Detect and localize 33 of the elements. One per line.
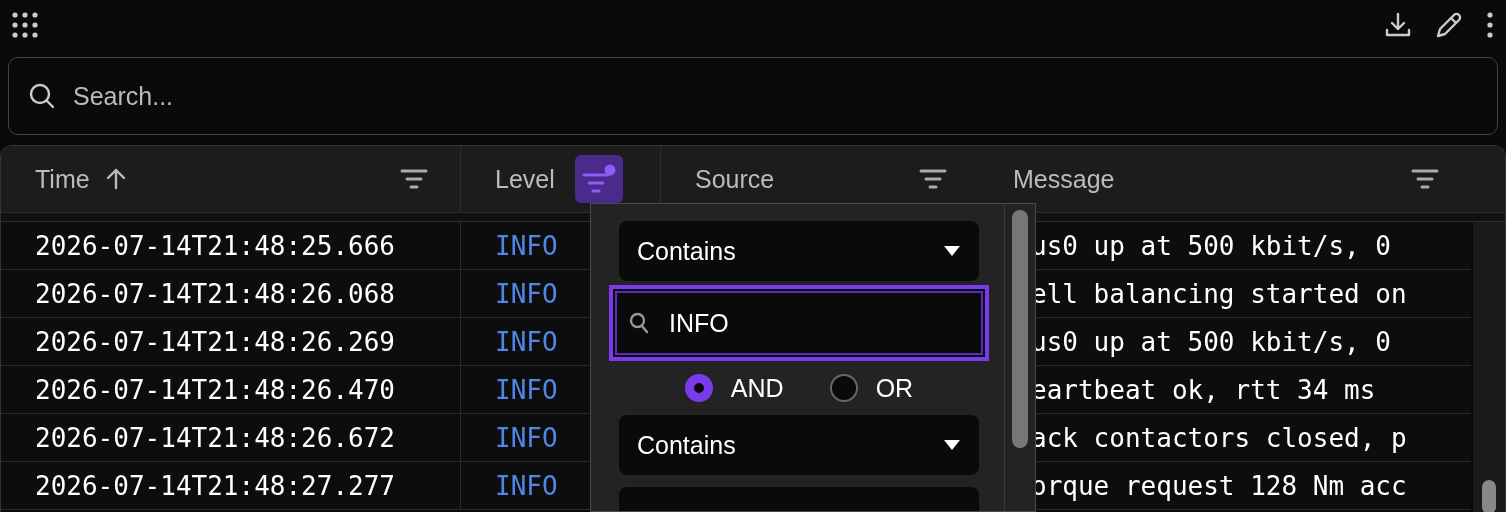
message-cell: eartbeat ok, rtt 34 ms <box>1031 374 1376 405</box>
timestamp-cell: 2026-07-14T21:48:27.277 <box>1 462 461 509</box>
pencil-icon[interactable] <box>1434 10 1464 40</box>
search-icon <box>28 82 56 110</box>
radio-option[interactable]: AND <box>684 373 784 403</box>
timestamp-cell: 2026-07-14T21:48:25.666 <box>1 222 461 269</box>
timestamp-cell: 2026-07-14T21:48:26.068 <box>1 270 461 317</box>
download-icon[interactable] <box>1384 11 1412 39</box>
caret-icon <box>943 245 961 257</box>
filter-input-field[interactable]: INFO <box>609 285 989 361</box>
apps-grid-icon[interactable] <box>12 12 38 38</box>
column-header[interactable]: Source <box>695 164 775 194</box>
scrollbar-thumb[interactable] <box>1012 210 1028 448</box>
search-icon <box>629 312 649 334</box>
radio-option[interactable]: OR <box>829 373 914 403</box>
timestamp-cell: 2026-07-14T21:48:26.269 <box>1 318 461 365</box>
filter-icon <box>400 168 428 190</box>
column-header[interactable]: Level <box>495 164 555 194</box>
timestamp-cell: 2026-07-14T21:48:26.672 <box>1 414 461 461</box>
filter-icon <box>1411 168 1439 190</box>
search-field[interactable]: Search... <box>8 57 1498 135</box>
timestamp-cell: 2026-07-14T21:48:26.470 <box>1 366 461 413</box>
operator-dropdown[interactable]: Contains <box>619 415 979 475</box>
caret-icon <box>943 439 961 451</box>
column-filter-button[interactable] <box>574 155 623 203</box>
operator-dropdown[interactable]: Contains <box>619 221 979 281</box>
filter-input-field[interactable] <box>619 487 979 511</box>
more-options-icon[interactable] <box>1486 12 1494 38</box>
column-header[interactable]: Message <box>1013 164 1115 194</box>
scrollbar-thumb[interactable] <box>1482 480 1496 512</box>
filter-icon <box>919 168 947 190</box>
filter-active-icon <box>581 164 616 194</box>
column-header[interactable]: Time <box>35 164 90 194</box>
